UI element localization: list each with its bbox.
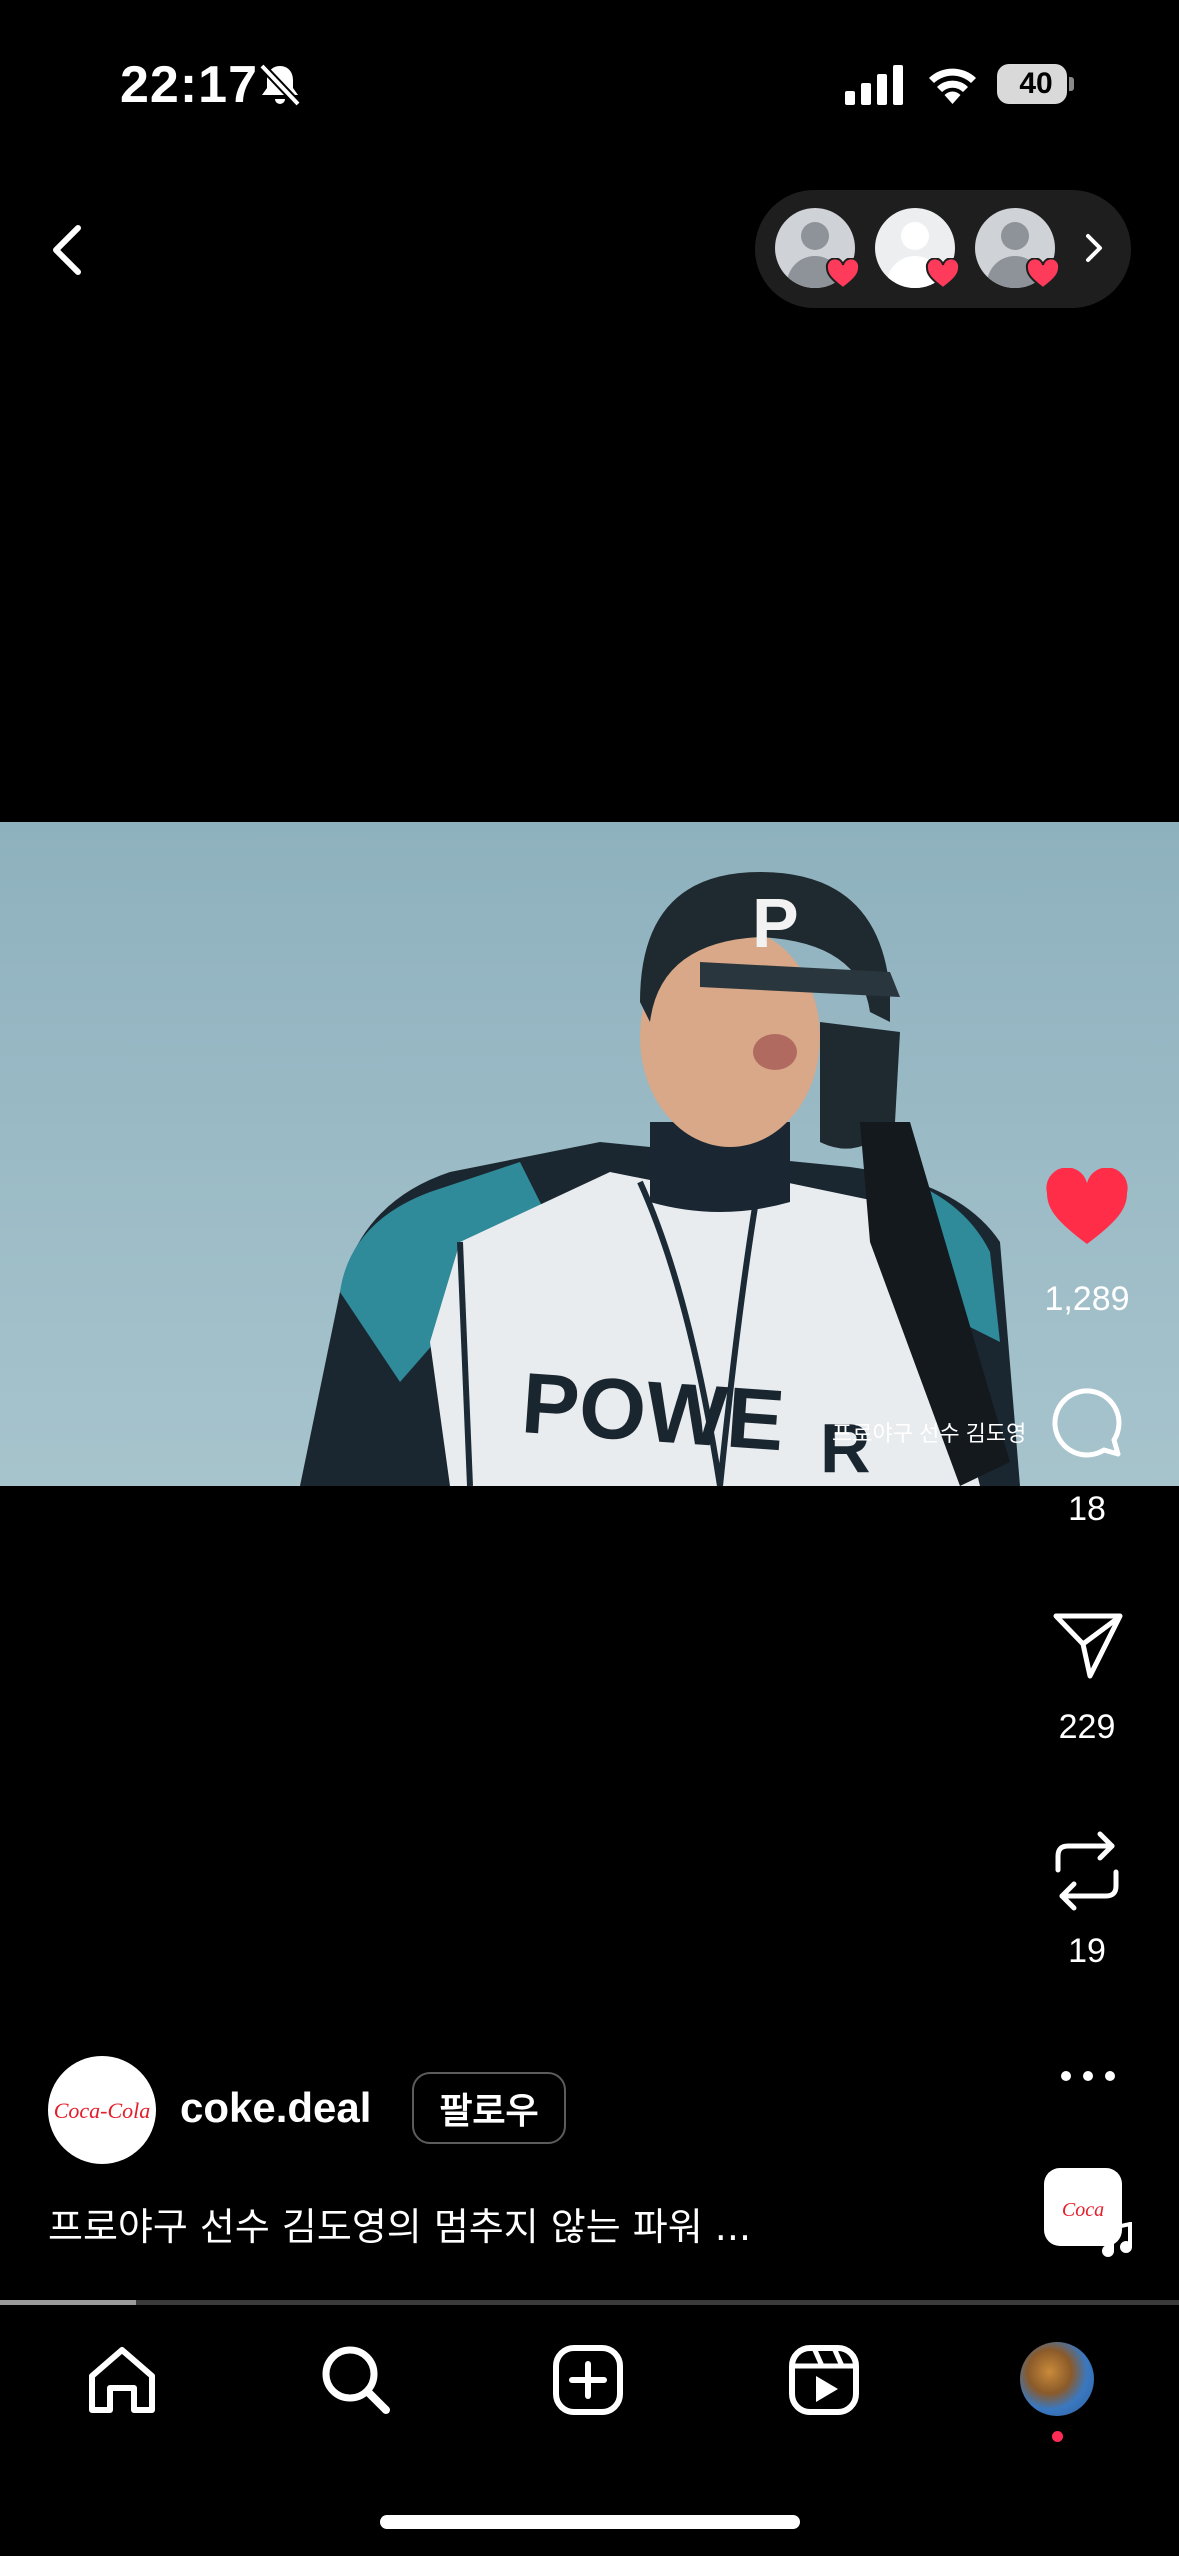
video-progress-bar[interactable] [0,2300,1179,2305]
battery-level: 40 [1019,67,1053,100]
comment-icon[interactable] [1050,1386,1122,1458]
back-button[interactable] [40,210,100,290]
heart-badge-icon [1025,258,1061,290]
video-frame-image: P POWE R [0,822,1179,1486]
video-progress-fill [0,2300,136,2305]
heart-badge-icon [825,258,861,290]
wifi-icon [929,68,976,104]
tab-reels-icon[interactable] [784,2340,864,2420]
like-heart-icon[interactable] [1044,1168,1130,1248]
notification-dot [1052,2431,1063,2442]
chevron-right-icon[interactable] [1080,228,1108,268]
video-overlay-caption: 프로야구 선수 김도영 [832,1421,1027,1446]
cellular-signal-icon [845,65,903,105]
author-avatar[interactable]: Coca-Cola [48,2056,156,2164]
home-indicator[interactable] [380,2515,800,2529]
share-send-icon[interactable] [1052,1610,1124,1680]
coca-cola-logo: Coca-Cola [50,2058,154,2162]
comment-count[interactable]: 18 [1017,1490,1157,1529]
svg-text:POWE: POWE [519,1355,788,1469]
likers-preview-button[interactable] [755,190,1131,308]
tab-profile-avatar[interactable] [1020,2342,1094,2416]
follow-button[interactable]: 팔로우 [412,2072,566,2144]
post-caption[interactable]: 프로야구 선수 김도영의 멈추지 않는 파워 ... [48,2196,751,2251]
tab-home-icon[interactable] [82,2340,162,2420]
status-time: 22:17 [120,56,258,114]
music-note-icon [1102,2222,1132,2257]
author-username[interactable]: coke.deal [180,2084,371,2132]
repost-count[interactable]: 19 [1017,1932,1157,1971]
tab-search-icon[interactable] [316,2340,396,2420]
repost-icon[interactable] [1050,1826,1124,1916]
svg-text:P: P [752,884,799,962]
video-player[interactable]: P POWE R [0,822,1179,1486]
battery-indicator: 40 [997,64,1075,104]
more-options-icon[interactable] [1060,2070,1116,2082]
original-audio-button[interactable]: Coca [1044,2168,1134,2258]
bell-muted-icon [259,63,301,107]
share-count[interactable]: 229 [1017,1708,1157,1747]
heart-badge-icon [925,258,961,290]
tab-create-icon[interactable] [548,2340,628,2420]
svg-text:Coca-Cola: Coca-Cola [54,2098,151,2123]
svg-text:Coca: Coca [1062,2199,1104,2221]
like-count[interactable]: 1,289 [1017,1280,1157,1319]
